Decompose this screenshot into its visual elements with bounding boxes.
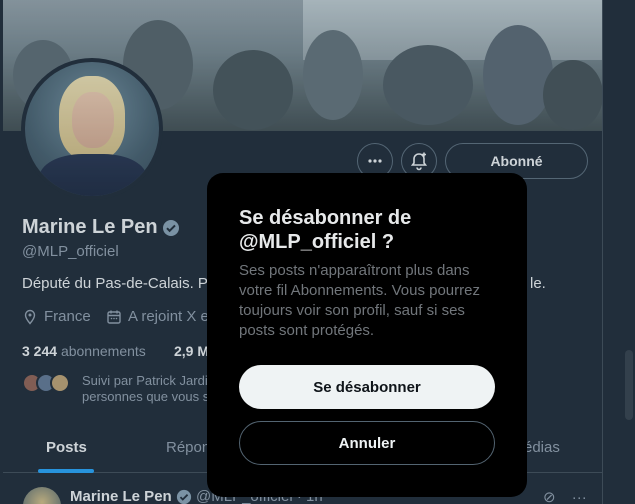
unfollow-confirm-button[interactable]: Se désabonner — [239, 365, 495, 409]
dialog-text: Ses posts n'apparaîtront plus dans votre… — [239, 262, 480, 339]
unfollow-dialog: Se désabonner de @MLP_officiel ? Ses pos… — [207, 173, 527, 497]
cancel-button[interactable]: Annuler — [239, 421, 495, 465]
page: Abonné Marine Le Pen @MLP_officiel Déput… — [0, 0, 635, 504]
dialog-title: Se désabonner de @MLP_officiel ? — [239, 207, 412, 253]
